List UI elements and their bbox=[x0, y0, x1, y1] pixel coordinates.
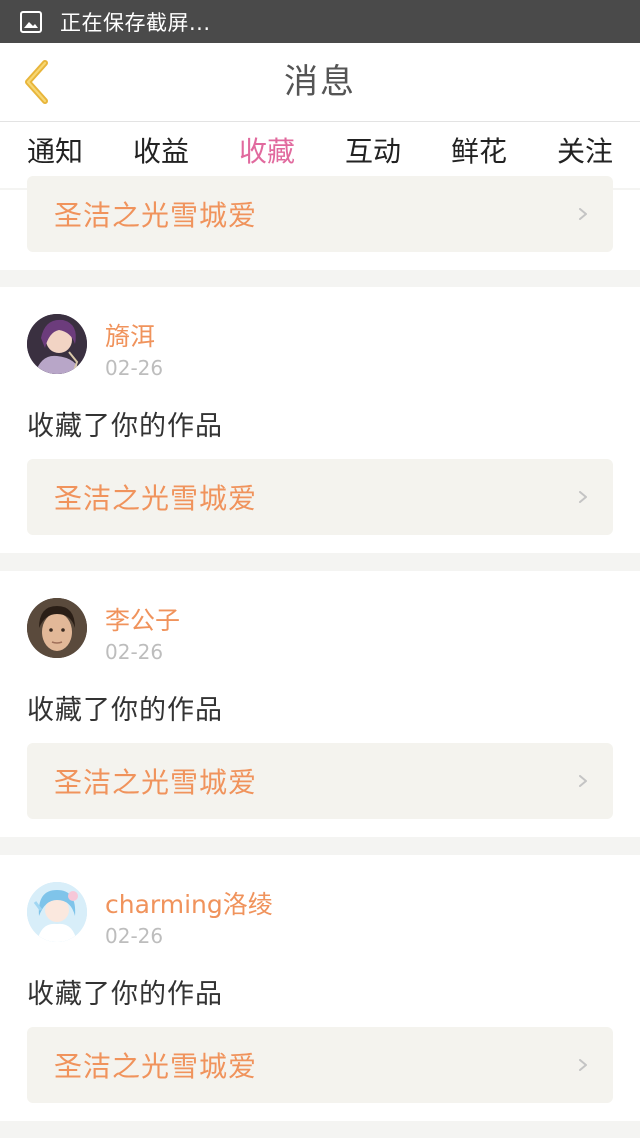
avatar-icon bbox=[27, 882, 87, 942]
user-name[interactable]: 旖洱 bbox=[105, 317, 155, 353]
work-title: 圣洁之光雪城爱 bbox=[54, 1050, 258, 1083]
message-card: 李公子 02-26 收藏了你的作品 圣洁之光雪城爱 bbox=[0, 571, 640, 837]
work-link[interactable]: 圣洁之光雪城爱 bbox=[27, 176, 613, 252]
action-text: 收藏了你的作品 bbox=[27, 411, 223, 442]
work-link[interactable]: 圣洁之光雪城爱 bbox=[27, 743, 613, 819]
tab-label: 鲜花 bbox=[450, 135, 507, 168]
work-title: 圣洁之光雪城爱 bbox=[54, 482, 258, 515]
action-text: 收藏了你的作品 bbox=[27, 695, 223, 726]
chevron-right-icon bbox=[579, 491, 587, 503]
action-text: 收藏了你的作品 bbox=[27, 979, 223, 1010]
post-date: 02-26 bbox=[105, 640, 164, 664]
avatar-icon bbox=[27, 598, 87, 658]
status-text: 正在保存截屏... bbox=[60, 10, 211, 35]
tab-label: 关注 bbox=[556, 135, 613, 168]
message-card: 旖洱 02-26 收藏了你的作品 圣洁之光雪城爱 bbox=[0, 287, 640, 553]
avatar[interactable] bbox=[27, 598, 87, 658]
image-icon bbox=[20, 10, 42, 33]
work-link[interactable]: 圣洁之光雪城爱 bbox=[27, 1027, 613, 1103]
tab-label: 通知 bbox=[26, 135, 83, 168]
avatar-icon bbox=[27, 314, 87, 374]
chevron-right-icon bbox=[579, 775, 587, 787]
work-title: 圣洁之光雪城爱 bbox=[54, 766, 258, 799]
message-card-partial: 圣洁之光雪城爱 bbox=[0, 176, 640, 270]
page-title: 消息 bbox=[284, 62, 356, 102]
tab-label: 收藏 bbox=[238, 135, 295, 168]
user-name[interactable]: 李公子 bbox=[105, 601, 180, 637]
chevron-right-icon bbox=[579, 1059, 587, 1071]
post-date: 02-26 bbox=[105, 356, 164, 380]
message-card: charming洛绫 02-26 收藏了你的作品 圣洁之光雪城爱 bbox=[0, 855, 640, 1121]
post-date: 02-26 bbox=[105, 924, 164, 948]
nav-bar: 消息 bbox=[0, 43, 640, 122]
work-link[interactable]: 圣洁之光雪城爱 bbox=[27, 459, 613, 535]
tab-label: 收益 bbox=[132, 135, 189, 168]
status-bar: 正在保存截屏... bbox=[0, 0, 640, 43]
chevron-right-icon bbox=[579, 208, 587, 220]
user-name[interactable]: charming洛绫 bbox=[105, 885, 273, 921]
avatar[interactable] bbox=[27, 882, 87, 942]
tab-label: 互动 bbox=[344, 135, 401, 168]
avatar[interactable] bbox=[27, 314, 87, 374]
work-title: 圣洁之光雪城爱 bbox=[54, 199, 258, 232]
